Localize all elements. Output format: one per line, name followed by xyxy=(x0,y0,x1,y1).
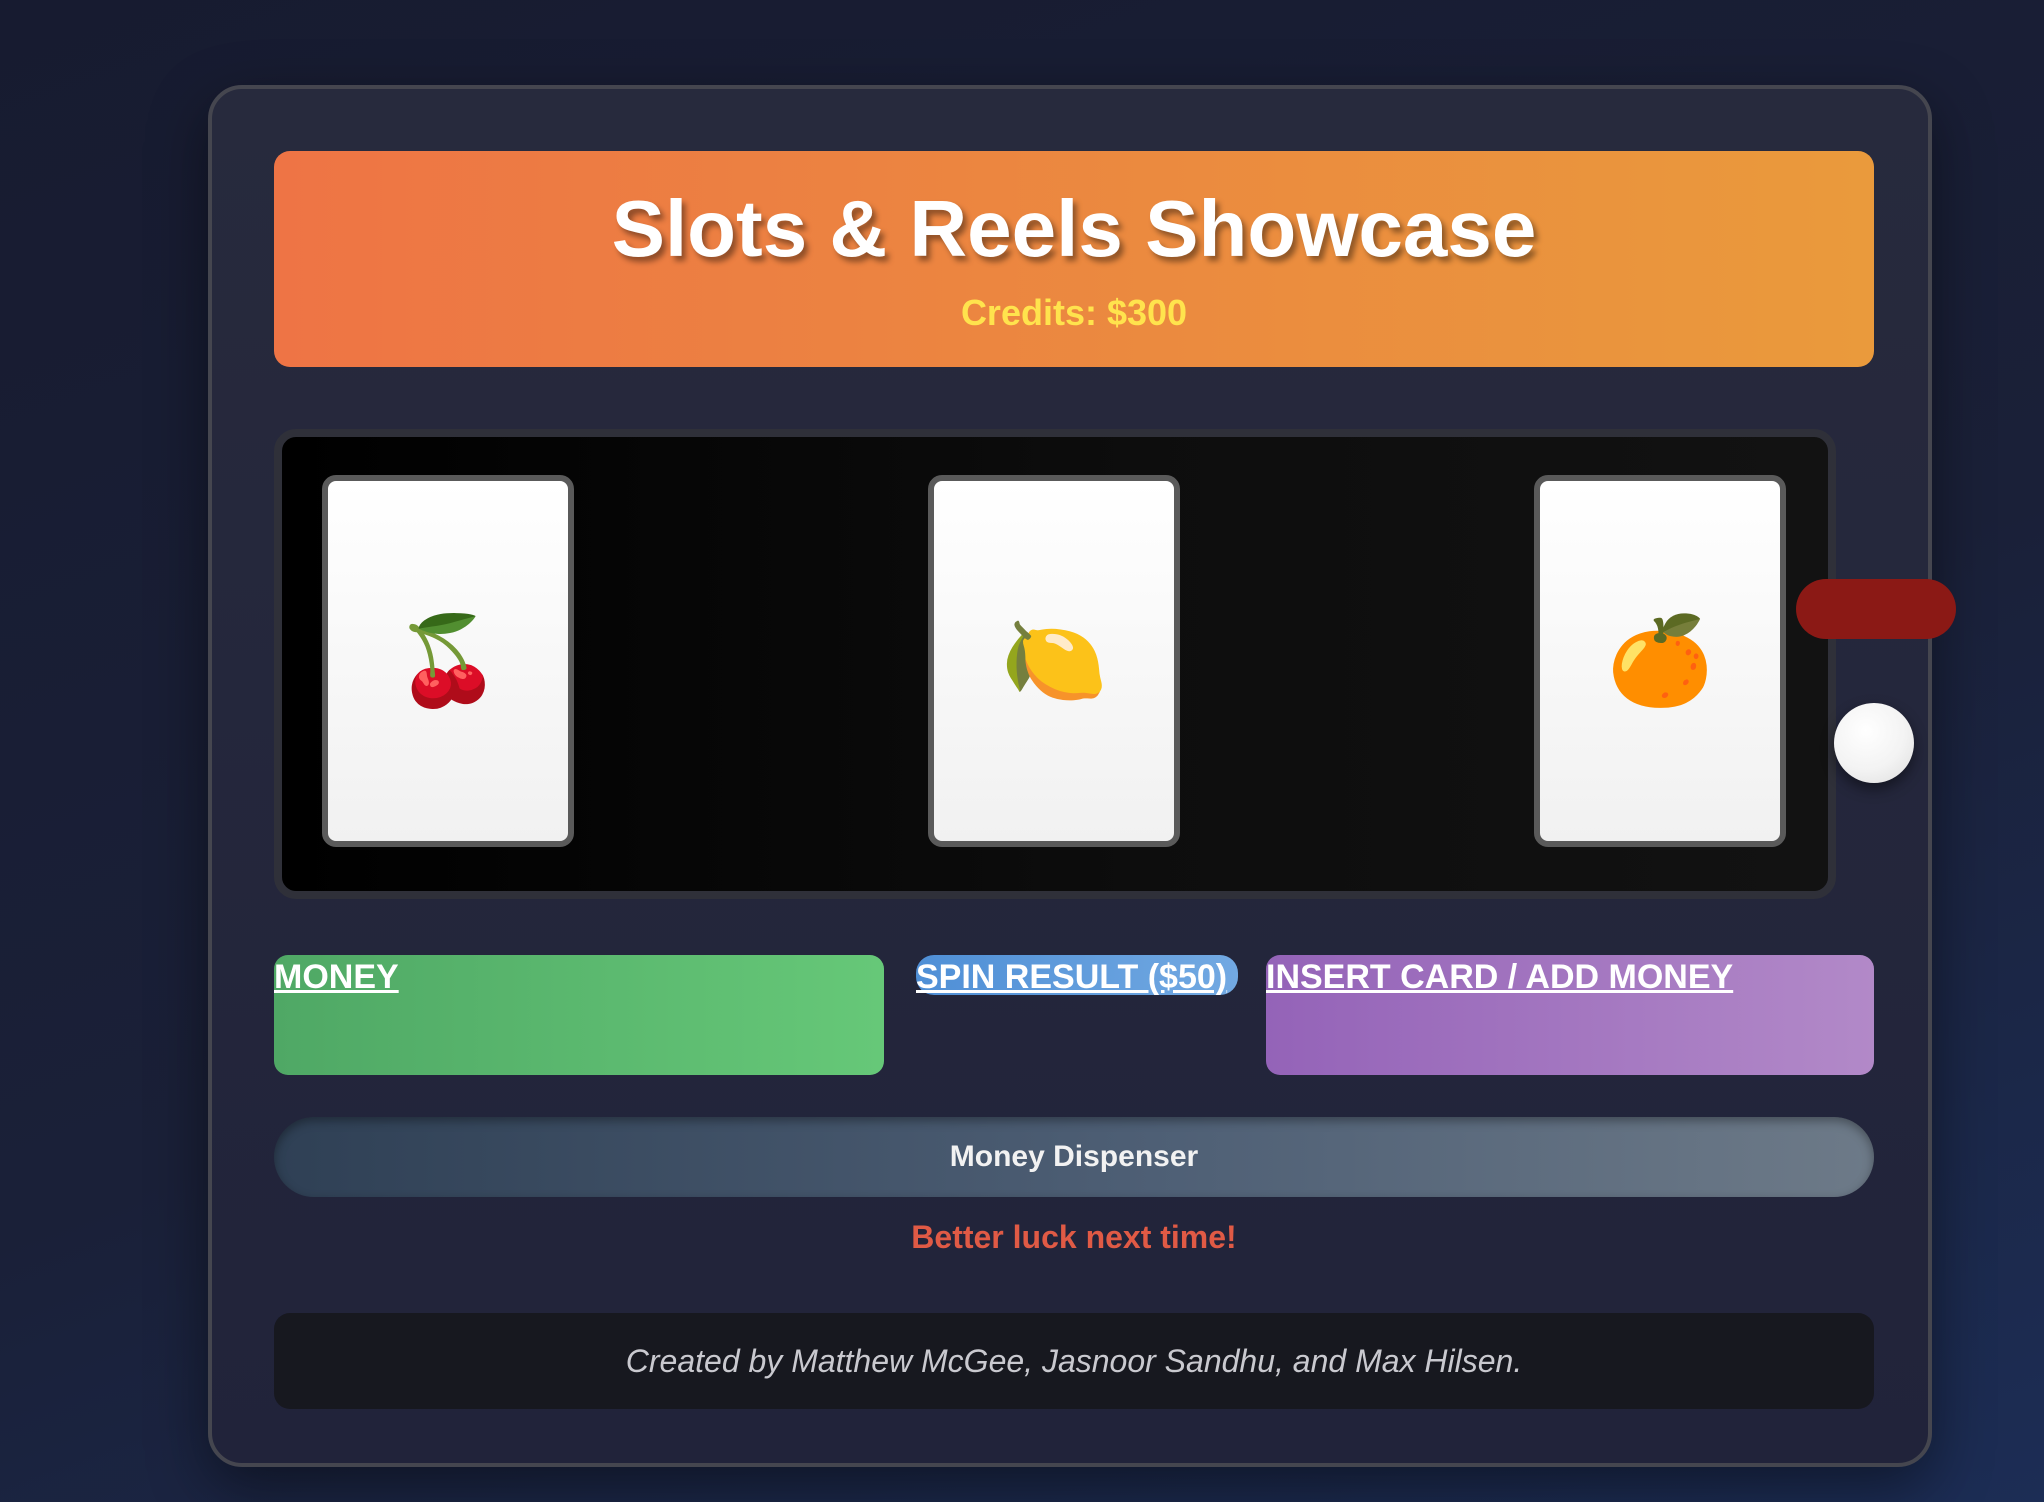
insert-card-button-label[interactable]: INSERT CARD / ADD MONEY xyxy=(1266,957,1733,997)
money-dispenser: Money Dispenser xyxy=(274,1117,1874,1197)
page-title: Slots & Reels Showcase xyxy=(611,184,1537,273)
reel-1: 🍒 xyxy=(322,475,574,847)
header-banner: Slots & Reels Showcase Credits: $300 xyxy=(274,151,1874,367)
insert-card-button[interactable]: INSERT CARD / ADD MONEY xyxy=(1266,955,1874,1075)
money-button-label[interactable]: MONEY xyxy=(274,957,399,997)
reel-2: 🍋 xyxy=(928,475,1180,847)
reel-window: 🍒 🍋 🍊 xyxy=(274,429,1836,899)
orange-icon: 🍊 xyxy=(1606,613,1714,709)
lemon-icon: 🍋 xyxy=(1000,613,1108,709)
spin-result-button-label[interactable]: SPIN RESULT ($50) xyxy=(916,957,1227,997)
footer-credits: Created by Matthew McGee, Jasnoor Sandhu… xyxy=(274,1313,1874,1409)
credits-display: Credits: $300 xyxy=(960,292,1188,333)
lever-knob[interactable] xyxy=(1834,703,1914,783)
result-message: Better luck next time! xyxy=(911,1219,1237,1255)
reel-3: 🍊 xyxy=(1534,475,1786,847)
spin-result-button[interactable]: SPIN RESULT ($50) xyxy=(916,955,1238,997)
lever-handle[interactable] xyxy=(1796,579,1956,639)
money-button[interactable]: MONEY xyxy=(274,955,884,1075)
slot-machine: Slots & Reels Showcase Credits: $300 🍒 🍋… xyxy=(208,85,1956,1467)
cherry-icon: 🍒 xyxy=(394,613,502,709)
